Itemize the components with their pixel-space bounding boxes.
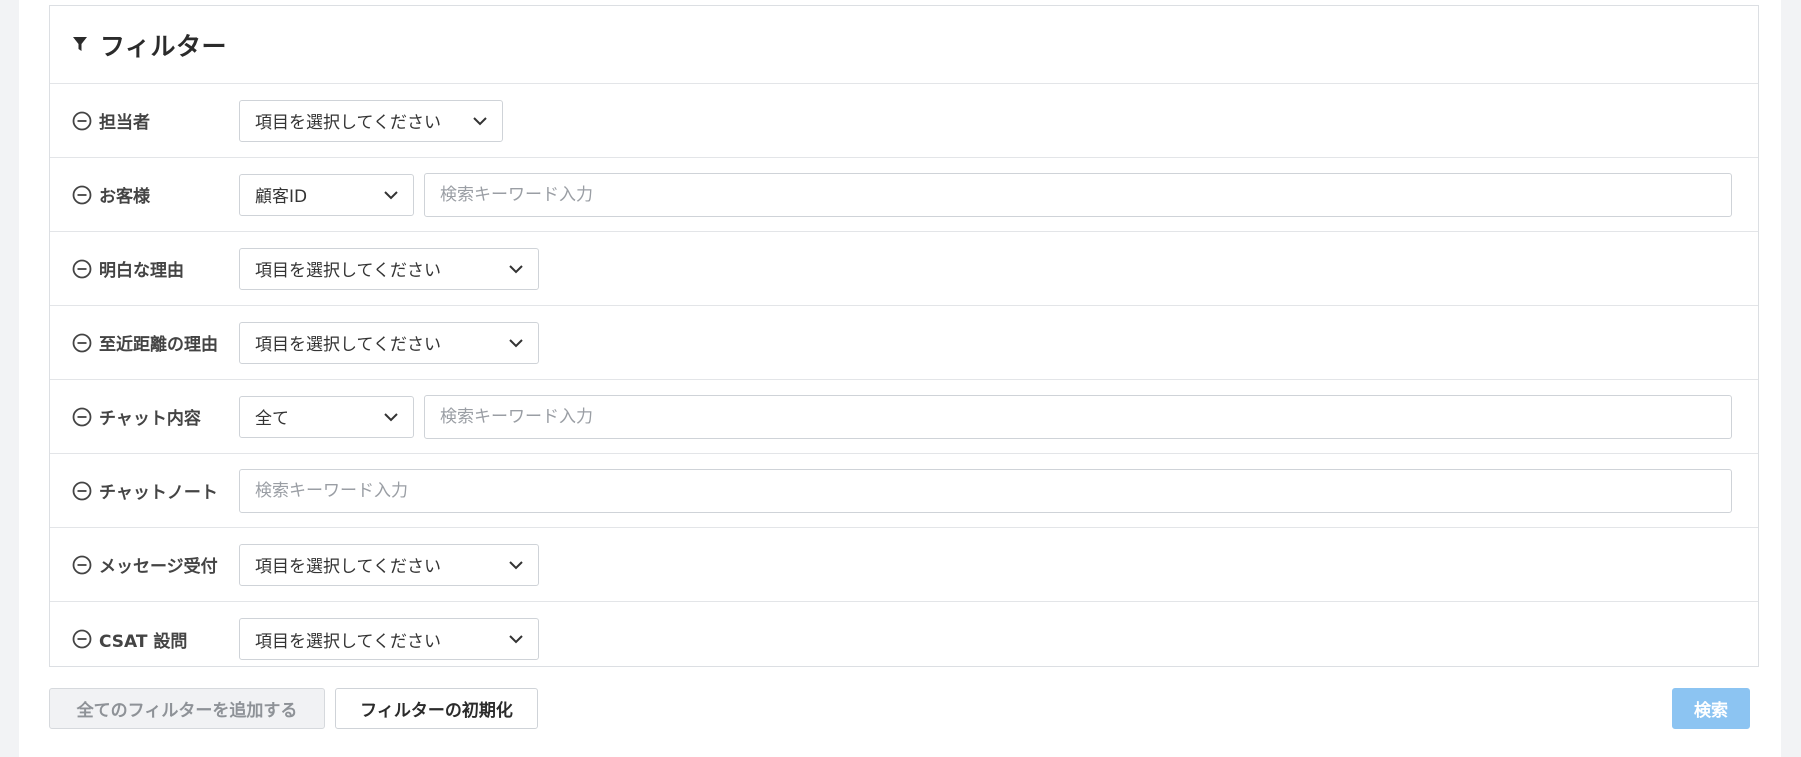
filter-panel-header: フィルター (50, 6, 1758, 84)
close-range-reason-select[interactable]: 項目を選択してください (239, 321, 539, 364)
minus-circle-icon[interactable] (72, 111, 92, 131)
minus-circle-icon[interactable] (72, 333, 92, 353)
chevron-down-icon (508, 264, 524, 274)
filter-row-csat-question: CSAT 設問 項目を選択してください (50, 602, 1758, 676)
assignee-select[interactable]: 項目を選択してください (239, 99, 503, 142)
filter-label: チャットノート (99, 483, 218, 503)
select-value: 項目を選択してください (255, 113, 441, 133)
filter-label: 明白な理由 (99, 261, 184, 281)
filter-panel: フィルター 担当者 項目を選択してください お客様 顧客ID 検索キーワード入力… (49, 5, 1759, 667)
filter-row-message-reception: メッセージ受付 項目を選択してください (50, 528, 1758, 602)
filter-row-clear-reason: 明白な理由 項目を選択してください (50, 232, 1758, 306)
minus-circle-icon[interactable] (72, 259, 92, 279)
chevron-down-icon (508, 560, 524, 570)
select-value: 項目を選択してください (255, 261, 441, 281)
minus-circle-icon[interactable] (72, 185, 92, 205)
filter-row-chat-content: チャット内容 全て (50, 380, 1758, 454)
filter-label: お客様 (99, 187, 150, 207)
filter-row-close-range-reason: 至近距離の理由 項目を選択してください (50, 306, 1758, 380)
select-value: 顧客ID (255, 187, 308, 207)
chat-content-search-input[interactable] (424, 394, 1732, 439)
select-value: 全て (255, 409, 289, 429)
minus-circle-icon[interactable] (72, 555, 92, 575)
filter-row-customer: お客様 顧客ID (50, 158, 1758, 232)
minus-circle-icon[interactable] (72, 407, 92, 427)
chevron-down-icon (508, 634, 524, 644)
filter-label: 担当者 (99, 113, 150, 133)
customer-search-input[interactable] (424, 172, 1732, 217)
filter-row-chat-note: チャットノート (50, 454, 1758, 528)
filter-label: チャット内容 (99, 409, 201, 429)
page: フィルター 担当者 項目を選択してください お客様 顧客ID 検索キーワード入力… (19, 0, 1781, 757)
minus-circle-icon[interactable] (72, 481, 92, 501)
minus-circle-icon[interactable] (72, 629, 92, 649)
clear-reason-select[interactable]: 項目を選択してください (239, 247, 539, 290)
add-all-filters-button[interactable]: 全てのフィルターを追加する (49, 688, 325, 729)
chevron-down-icon (472, 116, 488, 126)
chat-content-select[interactable]: 全て (239, 395, 414, 438)
chat-note-search-input[interactable] (239, 468, 1732, 513)
panel-title: フィルター (100, 31, 228, 61)
filter-label: メッセージ受付 (99, 557, 218, 577)
filter-icon (72, 36, 88, 54)
chevron-down-icon (383, 412, 399, 422)
search-button[interactable]: 検索 (1672, 688, 1750, 729)
filter-row-assignee: 担当者 項目を選択してください (50, 84, 1758, 158)
select-value: 項目を選択してください (255, 631, 441, 652)
message-reception-select[interactable]: 項目を選択してください (239, 543, 539, 586)
select-value: 項目を選択してください (255, 557, 441, 577)
csat-question-select[interactable]: 項目を選択してください (239, 618, 539, 660)
select-value: 項目を選択してください (255, 335, 441, 355)
chevron-down-icon (508, 338, 524, 348)
chevron-down-icon (383, 190, 399, 200)
filter-label: 至近距離の理由 (99, 335, 218, 355)
filter-label: CSAT 設問 (99, 631, 188, 652)
customer-field-select[interactable]: 顧客ID (239, 173, 414, 216)
reset-filters-button[interactable]: フィルターの初期化 (335, 688, 538, 729)
